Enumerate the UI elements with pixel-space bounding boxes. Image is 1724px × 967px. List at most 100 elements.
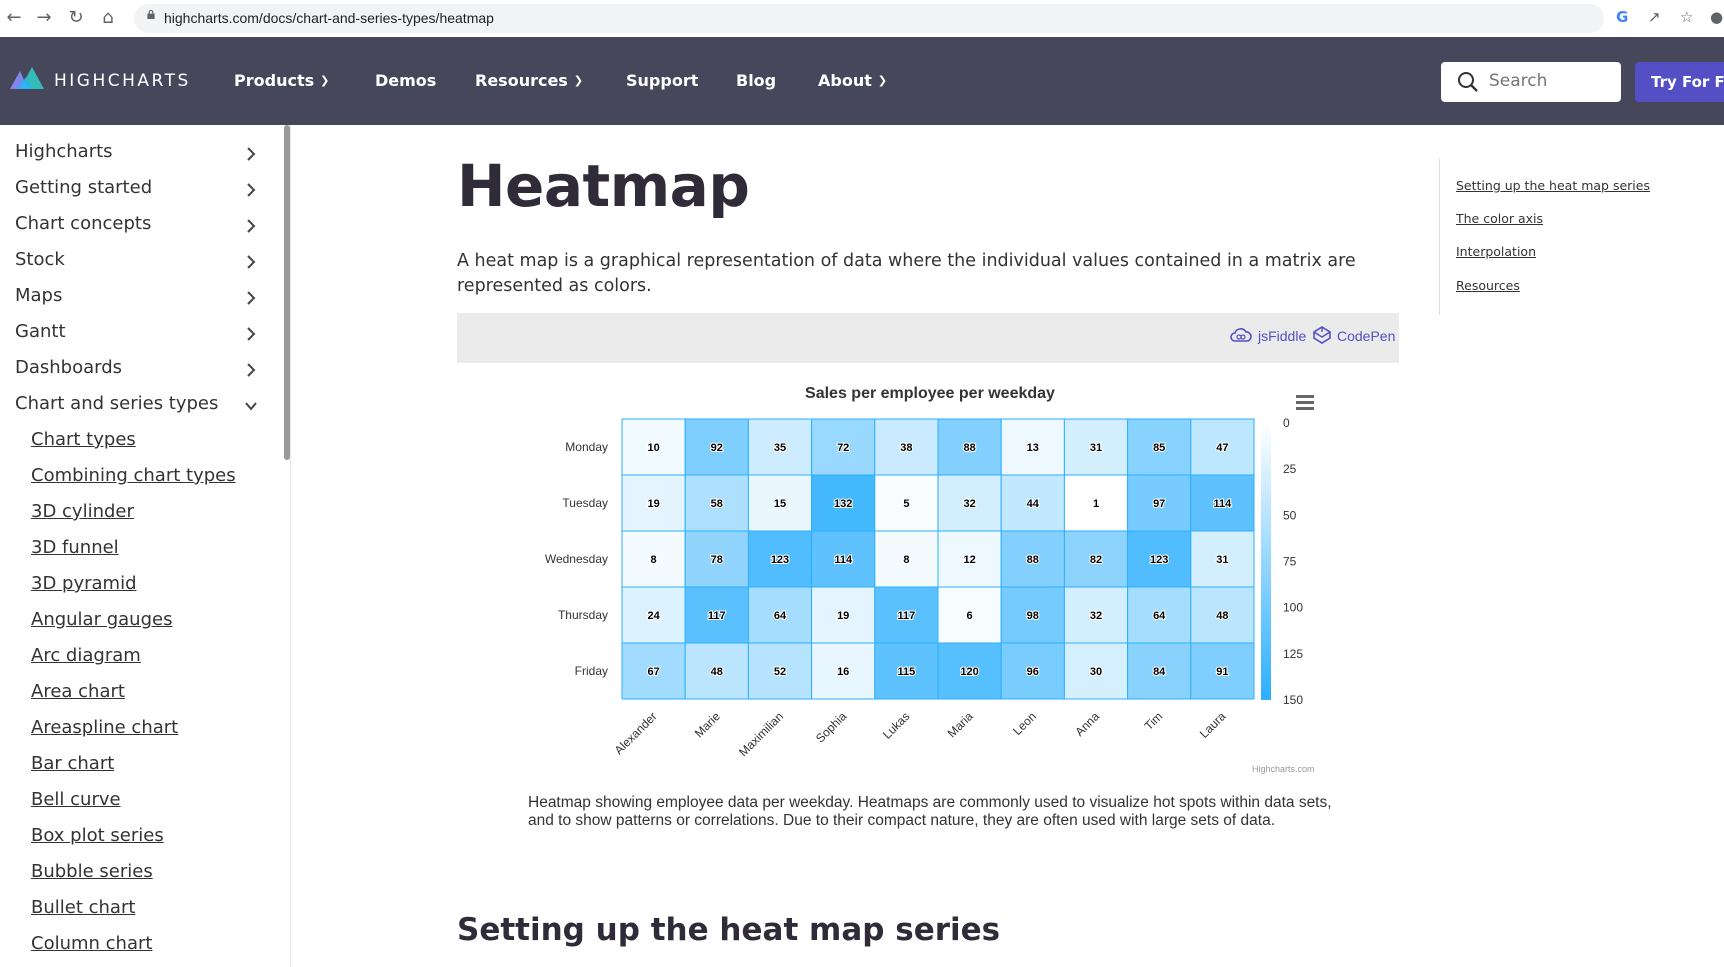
chevron-down-icon[interactable] — [244, 399, 258, 413]
x-axis-label: Tim — [1142, 709, 1166, 733]
reload-icon[interactable]: ↻ — [64, 6, 88, 30]
x-axis-label: Maximilian — [736, 709, 786, 759]
nav-products[interactable]: Products ❯ — [234, 71, 329, 90]
cell-data-label: 82 — [1090, 554, 1102, 566]
sidebar-item[interactable]: Maps — [15, 285, 62, 306]
sidebar-item[interactable]: Getting started — [15, 177, 152, 198]
sidebar-subitem-link[interactable]: Area chart — [31, 681, 125, 702]
toc-link[interactable]: Interpolation — [1456, 244, 1536, 259]
sidebar-subitem-link[interactable]: Arc diagram — [31, 645, 141, 666]
cell-data-label: 8 — [651, 554, 657, 566]
cell-data-label: 114 — [834, 554, 853, 566]
chevron-right-icon[interactable] — [244, 183, 258, 197]
sidebar-subitem-link[interactable]: Chart types — [31, 429, 136, 450]
cell-data-label: 132 — [834, 498, 852, 510]
cell-data-label: 114 — [1214, 498, 1233, 510]
sidebar-item[interactable]: Chart and series types — [15, 393, 218, 414]
color-axis-tick-label: 25 — [1283, 462, 1297, 476]
sidebar-item[interactable]: Dashboards — [15, 357, 122, 378]
codepen-icon[interactable] — [1312, 325, 1332, 345]
color-axis-tick-label: 75 — [1283, 555, 1297, 569]
sidebar-subitem-link[interactable]: Column chart — [31, 933, 152, 954]
chevron-right-icon[interactable] — [244, 363, 258, 377]
cell-data-label: 19 — [837, 610, 849, 622]
chart-credits[interactable]: Highcharts.com — [1252, 764, 1315, 774]
cell-data-label: 47 — [1216, 442, 1228, 454]
search-box[interactable] — [1441, 62, 1621, 102]
sidebar-subitem-link[interactable]: Bell curve — [31, 789, 121, 810]
nav-blog[interactable]: Blog — [736, 71, 776, 90]
sidebar-subitem-link[interactable]: 3D pyramid — [31, 573, 137, 594]
cell-data-label: 58 — [711, 498, 723, 510]
chevron-down-icon: ❯ — [877, 74, 888, 87]
cell-data-label: 15 — [774, 498, 786, 510]
toc-link[interactable]: Setting up the heat map series — [1456, 178, 1650, 193]
sidebar-subitem-link[interactable]: Bar chart — [31, 753, 114, 774]
sidebar-item[interactable]: Gantt — [15, 321, 66, 342]
chevron-right-icon[interactable] — [244, 291, 258, 305]
cell-data-label: 6 — [967, 610, 973, 622]
sidebar-subitem-link[interactable]: 3D cylinder — [31, 501, 134, 522]
toc-link[interactable]: Resources — [1456, 278, 1520, 293]
cell-data-label: 32 — [963, 498, 975, 510]
y-axis-label: Monday — [565, 440, 608, 454]
cell-data-label: 97 — [1153, 498, 1165, 510]
cell-data-label: 64 — [1153, 610, 1166, 622]
jsfiddle-link[interactable]: jsFiddle — [1258, 328, 1306, 344]
x-axis-label: Marie — [692, 709, 723, 740]
color-axis-tick-label: 50 — [1283, 508, 1297, 522]
logo-text[interactable]: HIGHCHARTS — [54, 71, 191, 91]
share-icon[interactable]: ↗ — [1648, 8, 1661, 26]
chevron-right-icon[interactable] — [244, 255, 258, 269]
chevron-right-icon[interactable] — [244, 327, 258, 341]
cell-data-label: 19 — [647, 498, 659, 510]
search-input[interactable] — [1489, 71, 1609, 91]
sidebar-item[interactable]: Stock — [15, 249, 65, 270]
nav-about[interactable]: About ❯ — [818, 71, 887, 90]
cell-data-label: 85 — [1153, 442, 1165, 454]
sidebar-subitem-link[interactable]: Angular gauges — [31, 609, 172, 630]
try-for-free-button[interactable]: Try For Fre — [1635, 62, 1724, 102]
chevron-right-icon[interactable] — [244, 147, 258, 161]
sidebar-subitem-link[interactable]: Box plot series — [31, 825, 164, 846]
cell-data-label: 88 — [1027, 554, 1039, 566]
profile-icon[interactable]: ● — [1710, 8, 1723, 26]
home-icon[interactable]: ⌂ — [96, 6, 120, 30]
toc-link[interactable]: The color axis — [1456, 211, 1543, 226]
sidebar-subitem-link[interactable]: Bubble series — [31, 861, 153, 882]
chevron-right-icon[interactable] — [244, 219, 258, 233]
sidebar-subitem-link[interactable]: 3D funnel — [31, 537, 119, 558]
sidebar-scrollbar[interactable] — [284, 125, 290, 460]
bookmark-star-icon[interactable]: ☆ — [1680, 8, 1693, 26]
back-icon[interactable]: ← — [2, 6, 26, 30]
color-axis-tick-label: 125 — [1283, 647, 1303, 661]
address-bar[interactable]: highcharts.com/docs/chart-and-series-typ… — [134, 4, 1604, 33]
cell-data-label: 8 — [903, 554, 909, 566]
x-axis-label: Maria — [945, 709, 976, 740]
heatmap-chart: 10 92 35 72 38 88 13 31 85 4719 58 15 132 5 32 44 1 97 114… — [545, 416, 1304, 759]
sidebar-item[interactable]: Highcharts — [15, 141, 113, 162]
nav-support[interactable]: Support — [626, 71, 698, 90]
cell-data-label: 30 — [1090, 666, 1102, 678]
sidebar-subitem-link[interactable]: Areaspline chart — [31, 717, 178, 738]
forward-icon[interactable]: → — [32, 6, 56, 30]
jsfiddle-icon[interactable] — [1230, 327, 1252, 345]
intro-text: A heat map is a graphical representation… — [457, 251, 1356, 296]
y-axis-label: Wednesday — [545, 552, 608, 566]
sidebar-subitem-link[interactable]: Combining chart types — [31, 465, 236, 486]
google-icon[interactable]: G — [1616, 8, 1628, 26]
nav-resources[interactable]: Resources ❯ — [475, 71, 583, 90]
sidebar-subitem-link[interactable]: Bullet chart — [31, 897, 135, 918]
codepen-link[interactable]: CodePen — [1337, 328, 1395, 344]
cell-data-label: 1 — [1093, 498, 1099, 510]
cell-data-label: 13 — [1027, 442, 1039, 454]
cell-data-label: 35 — [774, 442, 786, 454]
lock-icon — [147, 10, 155, 19]
url-text: highcharts.com/docs/chart-and-series-typ… — [164, 10, 494, 26]
cell-data-label: 48 — [711, 666, 723, 678]
nav-demos[interactable]: Demos — [375, 71, 436, 90]
highcharts-logo-icon[interactable] — [10, 65, 46, 95]
cell-data-label: 88 — [963, 442, 975, 454]
sidebar-item[interactable]: Chart concepts — [15, 213, 151, 234]
cell-data-label: 12 — [963, 554, 975, 566]
